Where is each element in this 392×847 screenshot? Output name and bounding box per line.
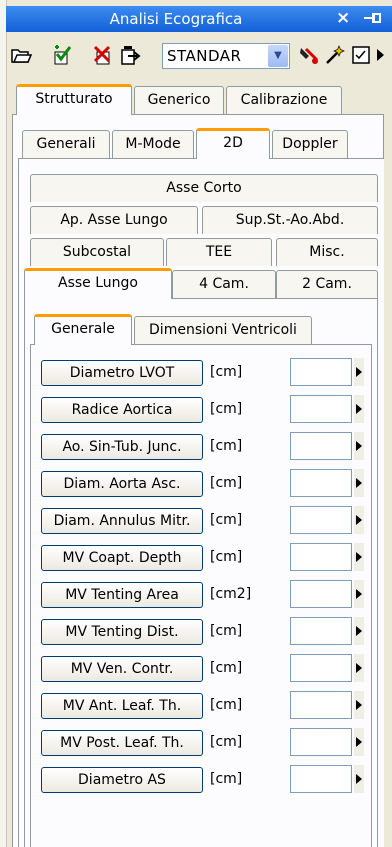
- measure-button[interactable]: MV Coapt. Depth: [41, 545, 203, 571]
- export-icon[interactable]: [120, 44, 142, 66]
- tab-asse-corto[interactable]: Asse Corto: [30, 174, 378, 202]
- value-field[interactable]: [290, 469, 352, 497]
- unit-label: [cm]: [210, 401, 243, 417]
- left-border: [0, 0, 7, 847]
- tab-generali[interactable]: Generali: [22, 130, 110, 158]
- tab-calibrazione[interactable]: Calibrazione: [226, 86, 342, 114]
- unit-label: [cm2]: [210, 586, 252, 602]
- unit-label: [cm]: [210, 549, 243, 565]
- arrow-right-icon[interactable]: [354, 358, 364, 386]
- checklist-icon[interactable]: [350, 44, 372, 66]
- tab-generale[interactable]: Generale: [34, 314, 132, 345]
- tab-2-cam[interactable]: 2 Cam.: [276, 270, 378, 298]
- measure-button[interactable]: MV Ven. Contr.: [41, 656, 203, 682]
- arrow-right-icon[interactable]: [354, 469, 364, 497]
- tab-m-mode[interactable]: M-Mode: [112, 130, 194, 158]
- preset-select[interactable]: STANDAR ▼: [162, 43, 290, 69]
- tab-asse-lungo[interactable]: Asse Lungo: [24, 268, 172, 299]
- tab-2d[interactable]: 2D: [196, 128, 270, 159]
- unit-label: [cm]: [210, 660, 243, 676]
- app-window: Analisi Ecografica × STANDAR ▼ Struttura…: [0, 0, 392, 847]
- arrow-right-icon[interactable]: [354, 432, 364, 460]
- title-bar: Analisi Ecografica ×: [6, 6, 392, 32]
- value-field[interactable]: [290, 728, 352, 756]
- measure-button[interactable]: Diam. Aorta Asc.: [41, 471, 203, 497]
- tab-strutturato[interactable]: Strutturato: [16, 84, 132, 115]
- value-field[interactable]: [290, 395, 352, 423]
- measure-button[interactable]: MV Tenting Dist.: [41, 619, 203, 645]
- arrow-right-icon[interactable]: [354, 395, 364, 423]
- measure-button[interactable]: Radice Aortica: [41, 397, 203, 423]
- delete-red-icon[interactable]: [92, 44, 114, 66]
- value-field[interactable]: [290, 691, 352, 719]
- measure-button[interactable]: MV Ant. Leaf. Th.: [41, 693, 203, 719]
- value-field[interactable]: [290, 432, 352, 460]
- value-field[interactable]: [290, 580, 352, 608]
- arrow-right-icon[interactable]: [354, 506, 364, 534]
- pin-icon[interactable]: [362, 9, 382, 27]
- tab-4-cam[interactable]: 4 Cam.: [172, 270, 276, 298]
- value-field[interactable]: [290, 765, 352, 793]
- unit-label: [cm]: [210, 697, 243, 713]
- window-title: Analisi Ecografica: [109, 10, 243, 28]
- unit-label: [cm]: [210, 438, 243, 454]
- check-add-icon[interactable]: [52, 44, 74, 66]
- tab-sup-st-ao-abd[interactable]: Sup.St.-Ao.Abd.: [202, 206, 378, 234]
- measure-button[interactable]: MV Tenting Area: [41, 582, 203, 608]
- unit-label: [cm]: [210, 623, 243, 639]
- chevron-down-icon[interactable]: ▼: [268, 45, 288, 67]
- arrow-right-icon[interactable]: [354, 691, 364, 719]
- measure-button[interactable]: MV Post. Leaf. Th.: [41, 730, 203, 756]
- unit-label: [cm]: [210, 475, 243, 491]
- toolbar: STANDAR ▼: [6, 36, 392, 72]
- arrow-right-icon[interactable]: [354, 543, 364, 571]
- tab-misc[interactable]: Misc.: [276, 238, 378, 266]
- arrow-right-icon[interactable]: [354, 654, 364, 682]
- tab-doppler[interactable]: Doppler: [272, 130, 348, 158]
- tab-generico[interactable]: Generico: [134, 86, 224, 114]
- value-field[interactable]: [290, 654, 352, 682]
- measure-button[interactable]: Diam. Annulus Mitr.: [41, 508, 203, 534]
- more-arrow-icon[interactable]: [374, 44, 386, 66]
- open-folder-icon[interactable]: [10, 44, 32, 66]
- measure-button[interactable]: Diametro AS: [41, 767, 203, 793]
- preset-value: STANDAR: [167, 47, 242, 65]
- arrow-right-icon[interactable]: [354, 580, 364, 608]
- unit-label: [cm]: [210, 364, 243, 380]
- arrow-right-icon[interactable]: [354, 765, 364, 793]
- measure-button[interactable]: Ao. Sin-Tub. Junc.: [41, 434, 203, 460]
- value-field[interactable]: [290, 617, 352, 645]
- value-field[interactable]: [290, 358, 352, 386]
- tab-dimensioni-ventricoli[interactable]: Dimensioni Ventricoli: [134, 316, 312, 344]
- tab-tee[interactable]: TEE: [166, 238, 272, 266]
- unit-label: [cm]: [210, 771, 243, 787]
- tab-subcostal[interactable]: Subcostal: [30, 238, 164, 266]
- arrow-right-icon[interactable]: [354, 617, 364, 645]
- unit-label: [cm]: [210, 512, 243, 528]
- bone-tool-icon[interactable]: [298, 44, 320, 66]
- wand-icon[interactable]: [324, 44, 346, 66]
- unit-label: [cm]: [210, 734, 243, 750]
- tab-ap-asse-lungo[interactable]: Ap. Asse Lungo: [30, 206, 198, 234]
- value-field[interactable]: [290, 543, 352, 571]
- close-icon[interactable]: ×: [336, 8, 350, 28]
- measure-button[interactable]: Diametro LVOT: [41, 360, 203, 386]
- value-field[interactable]: [290, 506, 352, 534]
- arrow-right-icon[interactable]: [354, 728, 364, 756]
